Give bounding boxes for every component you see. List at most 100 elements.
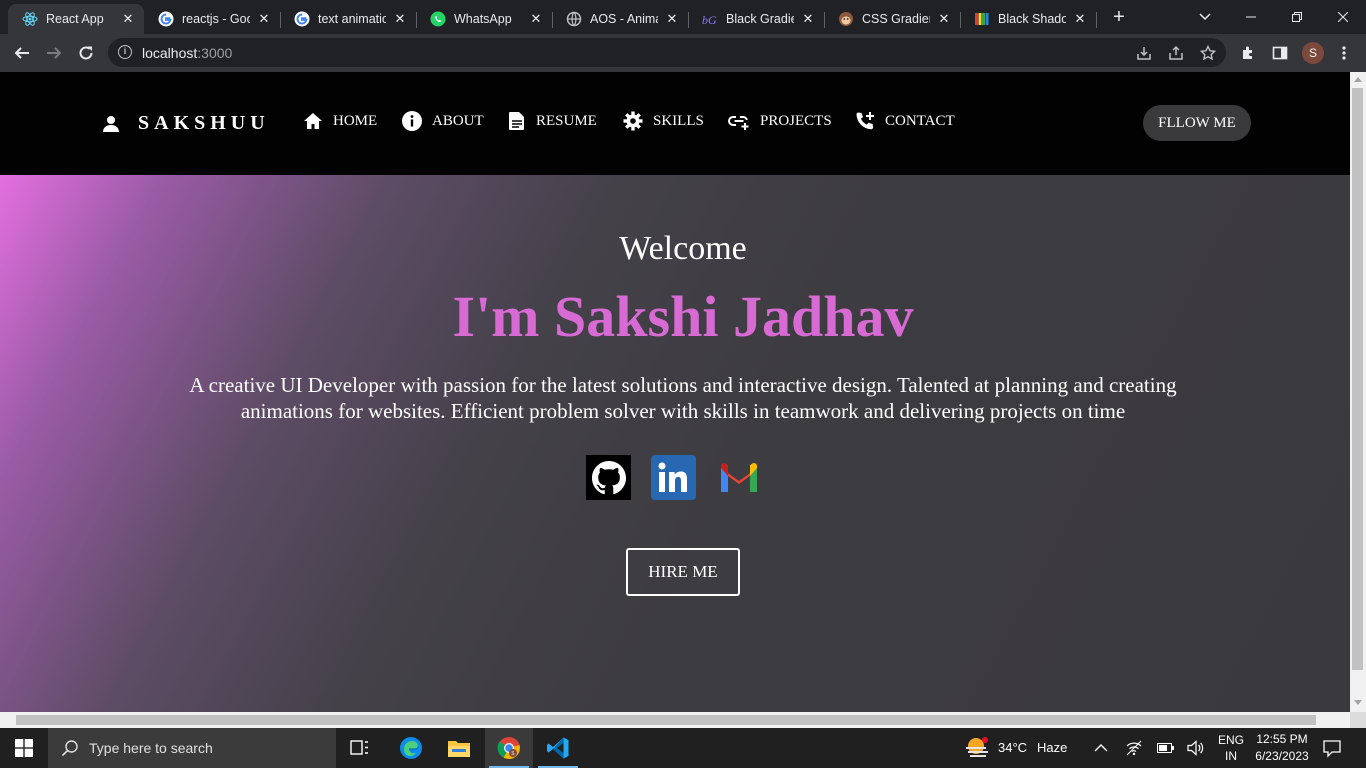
profile-avatar[interactable]: S	[1302, 42, 1324, 64]
minimize-button[interactable]	[1228, 0, 1274, 34]
language-code: ENG	[1217, 733, 1244, 747]
share-icon[interactable]	[1167, 44, 1185, 62]
hero-welcome: Welcome	[619, 230, 747, 267]
taskbar-chrome[interactable]: S	[485, 728, 533, 768]
rainbow-icon	[974, 11, 990, 27]
close-tab-icon[interactable]: ✕	[664, 11, 680, 27]
google-icon	[294, 11, 310, 27]
side-panel-button[interactable]	[1266, 39, 1294, 67]
chrome-icon: S	[497, 737, 520, 760]
volume-icon[interactable]	[1187, 740, 1205, 761]
tab-reactjs-google[interactable]: reactjs - Goo ✕	[144, 4, 281, 34]
taskbar-vscode[interactable]	[534, 728, 582, 768]
nav-label: HOME	[333, 112, 378, 129]
input-language[interactable]: ENG IN	[1214, 732, 1248, 764]
install-app-icon[interactable]	[1135, 44, 1153, 62]
battery-icon[interactable]	[1157, 741, 1175, 759]
restore-icon	[1292, 12, 1302, 22]
nav-resume[interactable]: RESUME	[508, 111, 597, 131]
close-tab-icon[interactable]: ✕	[392, 11, 408, 27]
tab-title: reactjs - Goo	[182, 12, 250, 26]
search-placeholder: Type here to search	[89, 740, 213, 756]
extensions-button[interactable]	[1234, 39, 1262, 67]
close-tab-icon[interactable]: ✕	[936, 11, 952, 27]
tab-title: Black Shadow	[998, 12, 1066, 26]
taskbar-file-explorer[interactable]	[435, 728, 483, 768]
close-tab-icon[interactable]: ✕	[528, 11, 544, 27]
close-tab-icon[interactable]: ✕	[800, 11, 816, 27]
brand[interactable]: SAKSHUU	[102, 112, 270, 135]
puzzle-icon	[1243, 46, 1252, 59]
bookmark-star-icon[interactable]	[1199, 44, 1217, 62]
site-info-icon[interactable]: i	[118, 45, 132, 59]
close-tab-icon[interactable]: ✕	[256, 11, 272, 27]
taskbar-edge[interactable]	[387, 728, 435, 768]
close-tab-icon[interactable]: ✕	[120, 11, 136, 27]
tab-black-gradient[interactable]: bG Black Gradien ✕	[688, 4, 825, 34]
hire-me-button[interactable]: HIRE ME	[626, 548, 740, 596]
back-button[interactable]	[8, 39, 36, 67]
vscode-icon	[547, 737, 569, 759]
tab-title: text animatio	[318, 12, 386, 26]
nav-label: ABOUT	[432, 112, 484, 129]
url-host: localhost	[142, 45, 198, 61]
horizontal-scroll-thumb[interactable]	[16, 715, 1316, 725]
start-button[interactable]	[0, 728, 48, 768]
tab-text-animation[interactable]: text animatio ✕	[280, 4, 417, 34]
gear-icon	[623, 111, 643, 131]
taskbar-search-box[interactable]: Type here to search	[48, 728, 336, 768]
network-wifi-icon[interactable]	[1126, 740, 1142, 761]
scroll-down-arrow-icon[interactable]	[1354, 700, 1362, 705]
nav-label: SKILLS	[653, 112, 704, 129]
address-bar[interactable]: i localhost:3000	[108, 38, 1226, 67]
notification-center-icon[interactable]	[1322, 738, 1342, 763]
clock-date: 6/23/2023	[1255, 749, 1309, 763]
follow-me-button[interactable]: FLLOW ME	[1143, 105, 1251, 141]
globe-icon	[566, 11, 582, 27]
weather-description[interactable]: Haze	[1037, 740, 1067, 755]
tab-aos[interactable]: AOS - Animat ✕	[552, 4, 689, 34]
tab-whatsapp[interactable]: WhatsApp ✕	[416, 4, 553, 34]
close-tab-icon[interactable]: ✕	[1072, 11, 1088, 27]
tab-search-button[interactable]	[1182, 0, 1228, 34]
linkedin-icon[interactable]	[651, 455, 696, 500]
nav-skills[interactable]: SKILLS	[623, 111, 704, 131]
arrow-left-icon	[14, 47, 29, 59]
url-text[interactable]: localhost:3000	[142, 45, 232, 61]
nav-contact[interactable]: CONTACT	[855, 111, 955, 131]
chevron-down-icon	[1199, 13, 1211, 21]
windows-logo-icon	[15, 739, 33, 757]
horizontal-scrollbar[interactable]	[0, 712, 1350, 728]
search-icon	[61, 740, 78, 757]
nav-about[interactable]: ABOUT	[402, 111, 484, 131]
github-icon[interactable]	[586, 455, 631, 500]
windows-taskbar: Type here to search S 34°C Haze ENG IN 1…	[0, 728, 1366, 768]
task-view-button[interactable]	[336, 728, 384, 768]
nav-label: PROJECTS	[760, 112, 832, 129]
vertical-scrollbar[interactable]	[1350, 72, 1366, 712]
restore-button[interactable]	[1274, 0, 1320, 34]
new-tab-button[interactable]: +	[1108, 7, 1130, 29]
scroll-up-arrow-icon[interactable]	[1354, 77, 1362, 82]
close-window-button[interactable]	[1320, 0, 1366, 34]
region-code: IN	[1225, 749, 1237, 763]
weather-icon[interactable]	[963, 736, 991, 765]
reload-button[interactable]	[72, 39, 100, 67]
tab-title: CSS Gradient	[862, 12, 930, 26]
nav-projects[interactable]: PROJECTS	[728, 111, 832, 131]
tab-css-gradient[interactable]: CSS Gradient ✕	[824, 4, 961, 34]
browser-toolbar: i localhost:3000 S	[0, 34, 1366, 72]
clock[interactable]: 12:55 PM 6/23/2023	[1254, 731, 1310, 765]
show-hidden-icons-chevron-up-icon[interactable]	[1094, 740, 1108, 758]
react-icon	[22, 11, 38, 27]
task-view-icon	[350, 740, 368, 755]
weather-temperature[interactable]: 34°C	[998, 740, 1027, 755]
vertical-scroll-thumb[interactable]	[1352, 88, 1363, 670]
nav-home[interactable]: HOME	[303, 111, 377, 131]
tab-react-app[interactable]: React App ✕	[8, 4, 144, 34]
forward-button[interactable]	[40, 39, 68, 67]
tab-black-shadow[interactable]: Black Shadow ✕	[960, 4, 1097, 34]
menu-button[interactable]	[1330, 39, 1358, 67]
gmail-icon[interactable]	[716, 455, 761, 500]
url-port: :3000	[197, 45, 233, 61]
